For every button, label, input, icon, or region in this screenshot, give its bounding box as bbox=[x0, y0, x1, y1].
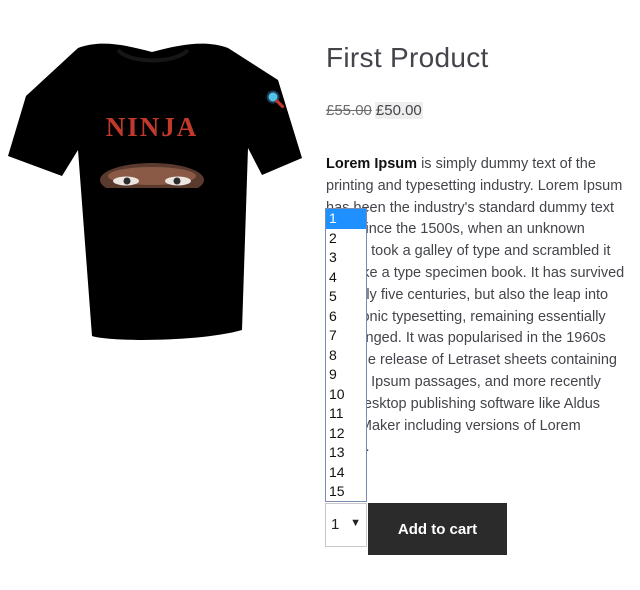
quantity-option[interactable]: 14 bbox=[326, 463, 366, 483]
quantity-option[interactable]: 2 bbox=[326, 229, 366, 249]
product-summary: First Product £55.00 £50.00 bbox=[326, 40, 626, 122]
price-new: £50.00 bbox=[374, 102, 423, 119]
description-text: is simply dummy text of the printing and… bbox=[326, 156, 625, 455]
quantity-option[interactable]: 6 bbox=[326, 307, 366, 327]
quantity-option[interactable]: 1 bbox=[326, 209, 366, 229]
tshirt-print-text: NINJA bbox=[106, 112, 199, 142]
quantity-option[interactable]: 7 bbox=[326, 326, 366, 346]
add-to-cart-button[interactable]: Add to cart bbox=[368, 503, 507, 555]
quantity-select[interactable]: 1 ▼ bbox=[325, 503, 367, 547]
product-gallery: NINJA bbox=[0, 30, 305, 360]
product-description: Lorem Ipsum is simply dummy text of the … bbox=[326, 154, 626, 459]
product-price: £55.00 £50.00 bbox=[326, 100, 626, 122]
quantity-option[interactable]: 8 bbox=[326, 346, 366, 366]
quantity-option[interactable]: 9 bbox=[326, 365, 366, 385]
quantity-dropdown-list[interactable]: 1 2 3 4 5 6 7 8 9 10 11 12 13 14 15 bbox=[325, 208, 367, 502]
magnifier-icon[interactable] bbox=[265, 89, 285, 109]
price-old: £55.00 bbox=[326, 102, 372, 119]
tshirt-print-pupil-left bbox=[123, 177, 131, 185]
description-bold: Lorem Ipsum bbox=[326, 156, 418, 172]
quantity-option[interactable]: 5 bbox=[326, 287, 366, 307]
quantity-option[interactable]: 12 bbox=[326, 424, 366, 444]
quantity-option[interactable]: 11 bbox=[326, 404, 366, 424]
product-image[interactable]: NINJA bbox=[0, 30, 305, 360]
quantity-option[interactable]: 3 bbox=[326, 248, 366, 268]
quantity-option[interactable]: 4 bbox=[326, 268, 366, 288]
quantity-option[interactable]: 15 bbox=[326, 482, 366, 502]
tshirt-print-mask bbox=[95, 188, 209, 198]
quantity-option[interactable]: 13 bbox=[326, 443, 366, 463]
product-title: First Product bbox=[326, 42, 489, 73]
chevron-down-icon: ▼ bbox=[350, 517, 361, 529]
quantity-option[interactable]: 10 bbox=[326, 385, 366, 405]
quantity-value: 1 bbox=[331, 516, 340, 533]
tshirt-print-pupil-right bbox=[173, 177, 181, 185]
